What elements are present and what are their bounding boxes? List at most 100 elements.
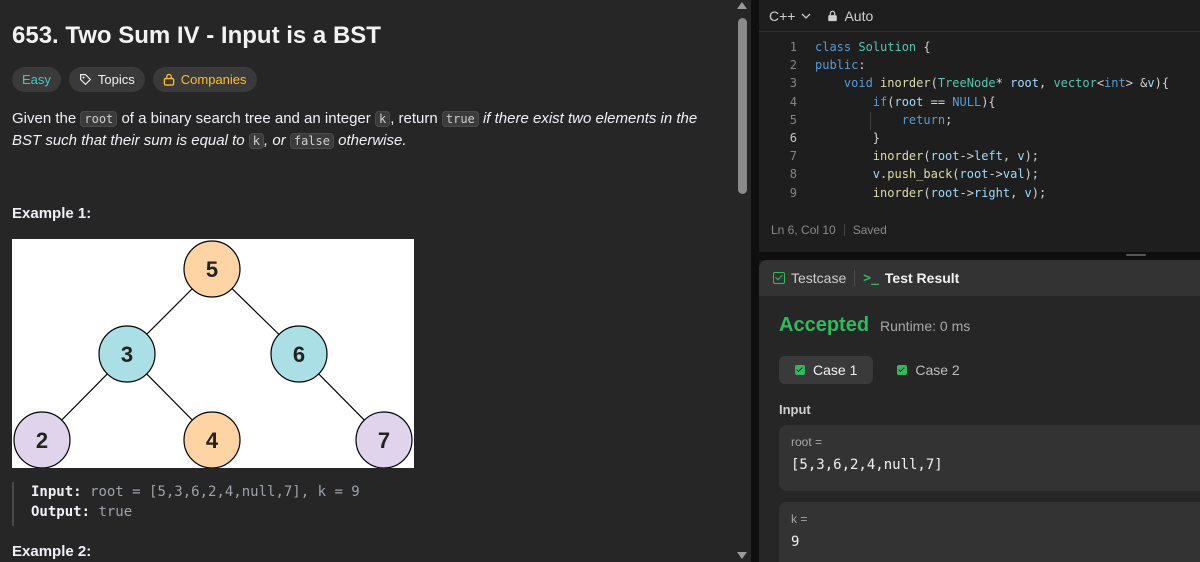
result-tabs: Testcase >_ Test Result (759, 260, 1200, 296)
tree-node: 5 (183, 240, 241, 298)
code-token: NULL (952, 94, 982, 109)
difficulty-badge[interactable]: Easy (12, 67, 61, 92)
example-input-line: Input: root = [5,3,6,2,4,null,7], k = 9 (31, 482, 712, 502)
case-label: Case 2 (915, 362, 960, 378)
chevron-down-icon (802, 13, 811, 19)
code-token: > & (1125, 76, 1148, 91)
problem-tags: Easy Topics Companies (12, 67, 257, 92)
line-number: 3 (789, 76, 797, 91)
code-token: if (872, 94, 888, 109)
code-token: v (1024, 185, 1032, 200)
problem-title: 653. Two Sum IV - Input is a BST (12, 22, 381, 49)
case-label: Case 1 (813, 362, 858, 378)
tree-node: 4 (183, 411, 241, 468)
tab-test-result-label: Test Result (884, 270, 960, 286)
save-status: Saved (852, 223, 887, 237)
checkbox-icon (773, 272, 785, 284)
companies-label: Companies (180, 72, 247, 87)
line-number: 5 (789, 112, 797, 127)
terminal-icon: >_ (863, 270, 879, 286)
line-number: 6 (789, 130, 797, 145)
code-text: public: (797, 56, 866, 74)
tree-node: 7 (355, 411, 413, 468)
editor-status-bar: Ln 6, Col 10 Saved (771, 223, 887, 237)
code-line[interactable]: 2 public: (759, 56, 1200, 74)
code-text: class Solution { (797, 38, 931, 56)
inline-code: root (80, 111, 118, 127)
code-line[interactable]: 8 v.push_back(root->val); (759, 165, 1200, 183)
node-label: 5 (206, 257, 218, 282)
language-select[interactable]: C++ (769, 8, 811, 24)
editor-toolbar: C++ Auto (759, 0, 1200, 32)
cursor-position: Ln 6, Col 10 (771, 223, 836, 237)
input-field-k[interactable]: k = 9 (779, 502, 1200, 562)
desc-text: of a binary search tree and an integer (117, 110, 375, 127)
code-text: inorder(root->right, v); (797, 184, 1046, 202)
language-label: C++ (769, 7, 796, 24)
code-text: if(root == NULL){ (797, 93, 996, 111)
line-number: 1 (789, 40, 797, 54)
code-token: TreeNode (937, 76, 996, 91)
scroll-down-arrow-icon[interactable] (737, 552, 747, 559)
tab-test-result[interactable]: >_ Test Result (863, 270, 959, 286)
code-token: inorder (872, 185, 924, 200)
code-editor[interactable]: C++ Auto 1 class Solution {2 public: 3 void… (759, 0, 1200, 252)
code-token: ){ (1154, 76, 1170, 91)
code-token: vector (1053, 76, 1097, 91)
code-text: void inorder(TreeNode* root, vector<int>… (797, 74, 1169, 92)
indent-guide (870, 112, 871, 130)
case-2-tab[interactable]: Case 2 (881, 356, 975, 384)
code-token: val (1002, 167, 1025, 182)
topics-button[interactable]: Topics (68, 67, 145, 92)
code-line[interactable]: 4 if(root == NULL){ (759, 93, 1200, 111)
scroll-up-arrow-icon[interactable] (737, 2, 747, 9)
code-text: } (797, 129, 880, 147)
code-token: ; (945, 112, 953, 127)
code-token: == (923, 94, 953, 109)
case-1-tab[interactable]: Case 1 (779, 356, 874, 384)
topics-label: Topics (97, 72, 135, 87)
field-name: root = (791, 435, 823, 449)
companies-button[interactable]: Companies (152, 67, 257, 92)
code-line[interactable]: 5 return; (759, 111, 1200, 129)
code-line[interactable]: 6 } (759, 129, 1200, 147)
inline-code: true (441, 111, 479, 127)
description-panel: 653. Two Sum IV - Input is a BST Easy To… (0, 0, 733, 562)
input-field-root[interactable]: root = [5,3,6,2,4,null,7] (779, 425, 1200, 491)
code-token: : (858, 58, 866, 73)
tag-icon (79, 74, 91, 85)
inline-code: k (374, 111, 391, 127)
line-number: 4 (789, 94, 797, 109)
field-value: [5,3,6,2,4,null,7] (791, 457, 943, 473)
code-area[interactable]: 1 class Solution {2 public: 3 void inorder(… (759, 38, 1200, 202)
editor-result-resize-handle[interactable] (759, 252, 1200, 260)
code-token: * (995, 76, 1011, 91)
tree-node: 2 (13, 411, 71, 468)
code-token: , (1010, 185, 1025, 200)
code-text: inorder(root->left, v); (797, 147, 1039, 165)
code-token: , (1039, 76, 1054, 91)
code-token: < (1096, 76, 1105, 91)
resize-grip-icon (1126, 254, 1146, 256)
desc-text: Given the (12, 110, 81, 127)
desc-text: , or (264, 132, 290, 149)
tab-testcase[interactable]: Testcase (773, 270, 846, 286)
example-output-line: Output: true (31, 502, 712, 522)
panel-resize-handle[interactable] (751, 0, 759, 562)
auto-mode-toggle[interactable]: Auto (827, 8, 873, 24)
output-value: true (98, 504, 133, 520)
code-token: ( (930, 76, 938, 91)
passed-check-icon (795, 365, 805, 375)
scrollbar-thumb[interactable] (738, 18, 747, 194)
code-line[interactable]: 9 inorder(root->right, v); (759, 184, 1200, 202)
code-token: -> (959, 149, 974, 164)
node-label: 3 (121, 342, 133, 367)
node-label: 6 (293, 342, 305, 367)
code-line[interactable]: 1 class Solution { (759, 38, 1200, 56)
tab-divider (854, 270, 856, 286)
code-line[interactable]: 7 inorder(root->left, v); (759, 147, 1200, 165)
code-line[interactable]: 3 void inorder(TreeNode* root, vector<in… (759, 74, 1200, 92)
